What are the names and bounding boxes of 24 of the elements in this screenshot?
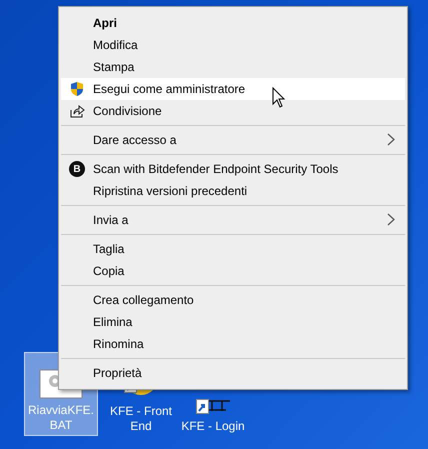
icon-label: KFE - Login — [180, 419, 246, 434]
icon-label: KFE - Front End — [108, 404, 173, 434]
share-icon — [69, 103, 85, 119]
letter-b-icon: B — [69, 161, 85, 177]
menu-item[interactable]: Dare accesso a — [61, 129, 405, 151]
menu-item[interactable]: Ripristina versioni precedenti — [61, 180, 405, 202]
menu-item[interactable]: Invia a — [61, 209, 405, 231]
shield-icon — [69, 81, 85, 97]
menu-item[interactable]: Condivisione — [61, 100, 405, 122]
menu-item[interactable]: B Scan with Bitdefender Endpoint Security Tools — [61, 158, 405, 180]
menu-item[interactable]: Modifica — [61, 34, 405, 56]
menu-item[interactable]: Stampa — [61, 56, 405, 78]
menu-item[interactable]: Apri — [61, 12, 405, 34]
menu-item[interactable]: Copia — [61, 260, 405, 282]
shortcut-icon — [196, 399, 230, 415]
menu-item[interactable]: Crea collegamento — [61, 289, 405, 311]
icon-label: RiavviaKFE.BAT — [26, 403, 96, 433]
chevron-right-icon — [387, 213, 395, 226]
menu-item[interactable]: Elimina — [61, 311, 405, 333]
mouse-cursor-icon — [272, 87, 286, 108]
menu-item[interactable]: Taglia — [61, 238, 405, 260]
chevron-right-icon — [387, 133, 395, 146]
menu-item[interactable]: Rinomina — [61, 333, 405, 355]
menu-item[interactable]: Esegui come amministratore — [61, 78, 405, 100]
